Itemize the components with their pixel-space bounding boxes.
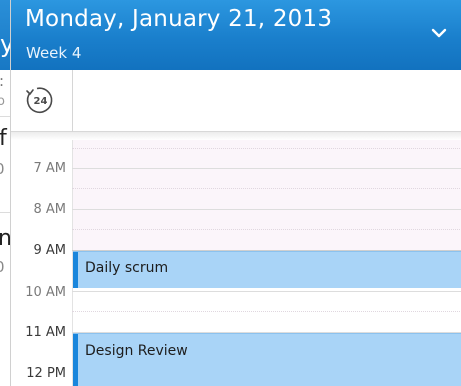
event-accent-bar: [73, 334, 78, 386]
underlying-text-fragment: 0: [0, 258, 5, 276]
half-hour-line: [72, 311, 461, 312]
hour-label: 8 AM: [33, 202, 66, 217]
off-hours-shading: [72, 140, 461, 251]
hour-label: 9 AM: [33, 243, 66, 258]
hour-label: 11 AM: [25, 325, 66, 340]
event-design-review[interactable]: Design Review: [73, 333, 461, 386]
half-hour-line: [72, 188, 461, 189]
header-shadow: [11, 132, 461, 140]
week-label: Week 4: [26, 44, 82, 62]
underlying-list-panel: y : o f 0 n 0: [0, 0, 10, 386]
date-header[interactable]: Monday, January 21, 2013 Week 4: [11, 0, 461, 70]
hour-label: 10 AM: [25, 285, 66, 300]
hour-grid[interactable]: 7 AM 8 AM 9 AM 10 AM 11 AM 12 PM Daily s…: [11, 140, 461, 386]
underlying-text-fragment: o: [0, 94, 5, 109]
gutter-divider: [72, 70, 73, 132]
underlying-text-fragment: :: [0, 72, 4, 90]
underlying-text-fragment: 0: [0, 160, 5, 178]
hour-line: [72, 209, 461, 210]
event-daily-scrum[interactable]: Daily scrum: [73, 251, 461, 288]
hour-line: [72, 168, 461, 169]
chevron-down-icon[interactable]: [428, 22, 450, 44]
time-format-badge-text: 24: [34, 96, 48, 107]
half-hour-line: [72, 229, 461, 230]
event-title: Daily scrum: [85, 260, 169, 276]
event-accent-bar: [73, 252, 78, 288]
date-title: Monday, January 21, 2013: [25, 6, 333, 32]
calendar-day-view: Monday, January 21, 2013 Week 4 24 7 AM …: [10, 0, 461, 386]
event-title: Design Review: [85, 343, 188, 359]
half-hour-line: [72, 148, 461, 149]
hour-line: [72, 291, 461, 292]
hour-label: 7 AM: [33, 161, 66, 176]
time-format-24h-icon[interactable]: 24: [24, 84, 56, 116]
underlying-text-fragment: f: [0, 126, 7, 151]
hour-label: 12 PM: [26, 366, 66, 381]
underlying-text-fragment: n: [0, 226, 10, 251]
underlying-text-fragment: y: [0, 30, 10, 58]
all-day-row[interactable]: 24: [11, 70, 461, 132]
